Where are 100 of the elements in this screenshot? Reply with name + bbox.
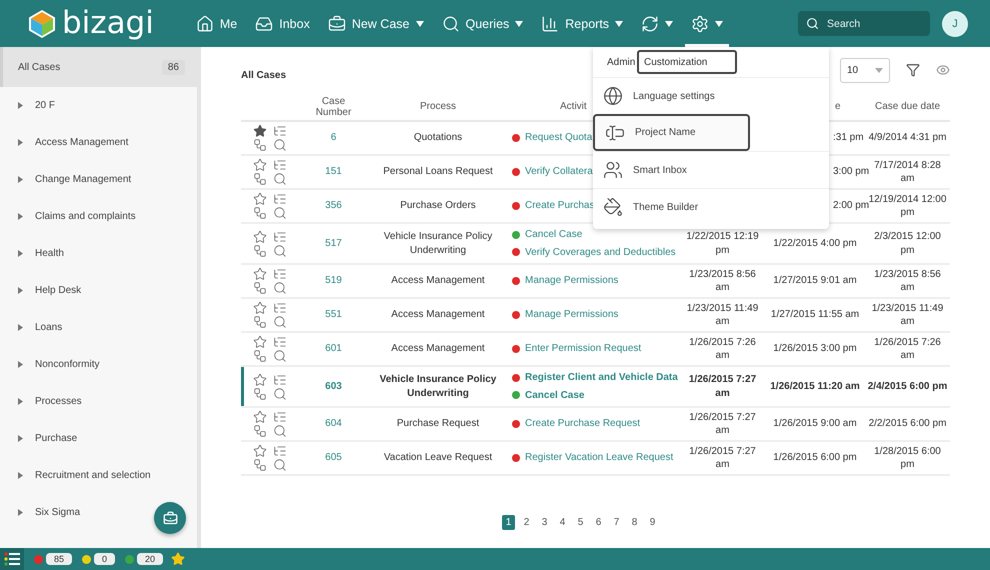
favorite-star-icon[interactable] — [253, 267, 267, 281]
favorite-star-icon[interactable] — [253, 335, 267, 349]
sidebar-item[interactable]: Processes — [0, 383, 197, 420]
favorite-star-icon[interactable] — [253, 124, 267, 138]
hierarchy-icon[interactable] — [273, 124, 287, 138]
view-icon[interactable] — [936, 63, 950, 77]
sidebar-item[interactable]: Recruitment and selection — [0, 457, 197, 494]
workflow-icon[interactable] — [253, 424, 267, 438]
activity-link[interactable]: Cancel Case — [525, 388, 584, 402]
activity-link[interactable]: Verify Collatera — [525, 165, 593, 179]
favorite-star-icon[interactable] — [253, 410, 267, 424]
activity-link[interactable]: Create Purchas — [525, 199, 594, 213]
favorite-star-icon[interactable] — [253, 372, 267, 386]
case-number-link[interactable]: 151 — [325, 166, 342, 178]
search-icon[interactable] — [273, 424, 287, 438]
sidebar-item[interactable]: Purchase — [0, 420, 197, 457]
case-number-link[interactable]: 604 — [325, 418, 342, 430]
case-number-link[interactable]: 519 — [325, 275, 342, 286]
menu-item[interactable]: Project Name — [593, 114, 750, 151]
case-number-link[interactable]: 6 — [330, 132, 336, 144]
nav-item[interactable]: New Case — [322, 0, 430, 47]
count-badge[interactable]: 85 — [46, 553, 72, 565]
workflow-icon[interactable] — [253, 172, 267, 186]
workflow-icon[interactable] — [253, 281, 267, 295]
search-input[interactable]: Search — [825, 16, 915, 30]
hierarchy-icon[interactable] — [273, 372, 287, 386]
activity-link[interactable]: Request Quota — [525, 131, 592, 145]
menu-item[interactable]: Theme Builder — [593, 188, 829, 225]
sidebar-item[interactable]: Claims and complaints — [0, 198, 197, 235]
search-icon[interactable] — [273, 458, 287, 472]
nav-item[interactable]: Inbox — [249, 0, 316, 47]
search-icon[interactable] — [273, 172, 287, 186]
activity-link[interactable]: Cancel Case — [525, 228, 582, 242]
sidebar-item[interactable]: Help Desk — [0, 272, 197, 309]
sidebar-item[interactable]: Health — [0, 235, 197, 272]
count-badge[interactable]: 20 — [137, 553, 164, 565]
activity-link[interactable]: Enter Permission Request — [525, 342, 642, 356]
per-page-select[interactable]: 10 — [840, 58, 890, 82]
list-menu-icon[interactable] — [0, 548, 24, 570]
search-icon[interactable] — [273, 244, 287, 258]
submenu-title[interactable]: Customization — [637, 50, 737, 74]
search-icon[interactable] — [273, 206, 287, 220]
page-button[interactable]: 1 — [502, 515, 515, 530]
search-icon[interactable] — [273, 386, 287, 400]
hierarchy-icon[interactable] — [273, 192, 287, 206]
page-button[interactable]: 8 — [628, 515, 641, 530]
sidebar-item[interactable]: Six Sigma — [0, 494, 197, 531]
sidebar-item[interactable]: Change Management — [0, 161, 197, 198]
favorite-star-icon[interactable] — [253, 158, 267, 172]
workflow-icon[interactable] — [253, 386, 267, 400]
search-icon[interactable] — [273, 138, 287, 152]
search-field[interactable]: Search — [798, 11, 930, 36]
case-number-link[interactable]: 551 — [325, 309, 342, 320]
hierarchy-icon[interactable] — [273, 410, 287, 424]
page-button[interactable]: 5 — [574, 515, 587, 530]
sidebar-item[interactable]: Loans — [0, 309, 197, 346]
activity-link[interactable]: Create Purchase Request — [525, 417, 640, 431]
page-button[interactable]: 7 — [610, 515, 623, 530]
case-number-link[interactable]: 517 — [325, 238, 342, 249]
page-button[interactable]: 9 — [646, 515, 659, 530]
workflow-icon[interactable] — [253, 458, 267, 472]
hierarchy-icon[interactable] — [273, 230, 287, 244]
hierarchy-icon[interactable] — [273, 267, 287, 281]
page-button[interactable]: 3 — [538, 515, 551, 530]
page-button[interactable]: 2 — [520, 515, 533, 530]
favorite-star-icon[interactable] — [253, 230, 267, 244]
nav-item[interactable]: Queries — [436, 0, 530, 47]
user-avatar[interactable]: J — [942, 10, 968, 36]
nav-item[interactable]: Me — [190, 0, 244, 47]
search-icon[interactable] — [273, 315, 287, 329]
sidebar-item[interactable]: Access Management — [0, 124, 197, 161]
favorites-star-icon[interactable] — [171, 552, 186, 566]
workflow-icon[interactable] — [253, 349, 267, 363]
hierarchy-icon[interactable] — [273, 158, 287, 172]
activity-link[interactable]: Register Vacation Leave Request — [525, 451, 674, 465]
workflow-icon[interactable] — [253, 138, 267, 152]
favorite-star-icon[interactable] — [253, 192, 267, 206]
page-button[interactable]: 6 — [592, 515, 605, 530]
activity-link[interactable]: Manage Permissions — [525, 274, 618, 288]
search-icon[interactable] — [273, 281, 287, 295]
sidebar-item[interactable]: Nonconformity — [0, 346, 197, 383]
hierarchy-icon[interactable] — [273, 335, 287, 349]
favorite-star-icon[interactable] — [253, 301, 267, 315]
search-icon[interactable] — [273, 349, 287, 363]
activity-link[interactable]: Verify Coverages and Deductibles — [525, 246, 676, 259]
workflow-icon[interactable] — [253, 315, 267, 329]
sidebar-item[interactable]: 20 F — [0, 87, 197, 124]
nav-item[interactable]: Reports — [535, 0, 630, 47]
workflow-icon[interactable] — [253, 206, 267, 220]
workflow-icon[interactable] — [253, 244, 267, 258]
case-number-link[interactable]: 356 — [325, 200, 342, 212]
activity-link[interactable]: Manage Permissions — [525, 308, 618, 322]
page-button[interactable]: 4 — [556, 515, 569, 530]
new-case-button[interactable] — [154, 502, 186, 534]
filter-icon[interactable] — [906, 63, 920, 77]
count-badge[interactable]: 0 — [94, 553, 116, 565]
case-number-link[interactable]: 603 — [325, 380, 342, 392]
menu-item[interactable]: Smart Inbox — [593, 151, 829, 188]
case-number-link[interactable]: 601 — [325, 343, 342, 354]
hierarchy-icon[interactable] — [273, 444, 287, 458]
